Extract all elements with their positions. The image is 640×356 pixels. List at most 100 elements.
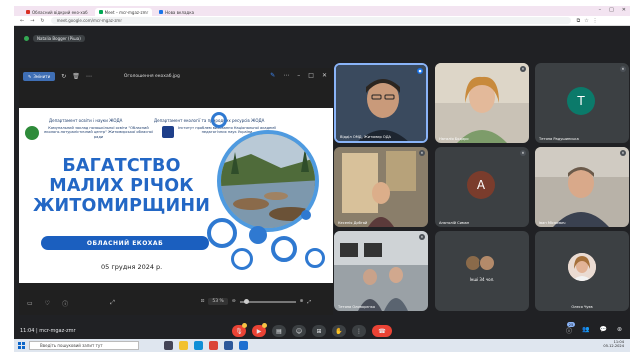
chat-icon[interactable]: 💬	[599, 326, 606, 335]
edit-button[interactable]: ✎ Змінити	[23, 71, 56, 81]
mic-icon: ✕	[520, 66, 526, 72]
mic-icon: ✕	[520, 150, 526, 156]
file-explorer-icon[interactable]	[179, 341, 188, 350]
maximize-icon[interactable]: □	[609, 7, 614, 13]
draw-icon[interactable]: ✎	[270, 72, 275, 79]
others-tile[interactable]: Інші 34 чол.	[435, 231, 529, 311]
call-controls: 🎙 ▶ ▤ ☺ ⊞ ✋ ⋮ ☎	[232, 323, 392, 337]
department-right: Департамент екології та природних ресурс…	[154, 118, 265, 123]
browser-tab-1[interactable]: Обласний відкрий еко-хаб	[22, 8, 92, 16]
captions-icon: ▤	[276, 327, 282, 335]
back-icon[interactable]: ←	[20, 18, 24, 24]
leave-call-button[interactable]: ☎	[372, 325, 392, 337]
edge-icon[interactable]	[194, 341, 203, 350]
participant-tile[interactable]: ✕ Наталія Бодаро	[435, 63, 529, 143]
emoji-icon: ☺	[295, 327, 303, 335]
filmstrip-icon[interactable]: ▭	[27, 300, 33, 307]
menu-icon[interactable]: ⋮	[593, 18, 598, 24]
activities-icon[interactable]: ⊛	[617, 326, 622, 335]
participant-tile[interactable]: Олеся Чуєв	[535, 231, 629, 311]
present-button[interactable]: ⊞	[312, 325, 326, 337]
participant-photo	[568, 253, 596, 281]
start-button[interactable]	[18, 342, 25, 349]
decor-ring	[271, 236, 297, 262]
reactions-button[interactable]: ☺	[292, 325, 306, 337]
info-icon[interactable]: ⓘ	[566, 326, 572, 335]
event-poster: Департамент освіти і науки ЖОДА Департам…	[19, 108, 333, 283]
participant-tile[interactable]: ✕ Тетяна Оливорєнко	[334, 231, 428, 311]
mail-icon[interactable]	[239, 341, 248, 350]
screen: Обласний відкрий еко-хаб Meet – mcr-mgaz…	[14, 6, 630, 352]
raise-hand-button[interactable]: ✋	[332, 325, 346, 337]
tab-label: Обласний відкрий еко-хаб	[32, 9, 88, 15]
meet-control-bar: 11:04 | mcr-mgaz-zmr 🎙 ▶ ▤ ☺ ⊞ ✋ ⋮ ☎ ⓘ 👥…	[14, 322, 630, 338]
more-options-button[interactable]: ⋮	[352, 325, 366, 337]
delete-icon[interactable]: 🗑	[72, 73, 80, 80]
zoom-level[interactable]: 53 %	[208, 298, 228, 305]
tab-label: Нова вкладка	[165, 9, 195, 15]
more-icon[interactable]: ⋯	[283, 72, 289, 79]
taskbar-search-input[interactable]: Введіть пошуковий запит тут	[29, 341, 139, 350]
hub-banner: ОБЛАСНИЙ ЕКОХАБ	[41, 236, 209, 250]
forward-icon[interactable]: →	[30, 18, 34, 24]
participant-name: Тетяна Оливорєнко	[338, 305, 376, 309]
minimize-icon[interactable]: –	[599, 7, 602, 13]
bookmark-icon[interactable]: ☆	[584, 18, 588, 24]
task-view-icon[interactable]	[164, 341, 173, 350]
mic-off-icon: 🎙	[235, 327, 243, 335]
browser-tab-bar: Обласний відкрий еко-хаб Meet – mcr-mgaz…	[14, 6, 630, 16]
system-tray: 11:04 05.12.2024	[603, 340, 624, 349]
participant-tile[interactable]: ✕ Кесенія Добгай	[334, 147, 428, 227]
extensions-icon[interactable]: ⧉	[577, 18, 581, 24]
close-icon[interactable]: ✕	[622, 7, 626, 13]
participant-tile[interactable]: T ✕ Тетяна Радушинська	[535, 63, 629, 143]
fit-icon[interactable]: ⊡	[201, 299, 205, 304]
minimize-icon[interactable]: –	[297, 72, 300, 79]
zoom-out-icon[interactable]: ⊖	[232, 299, 236, 304]
address-bar-icons: ⧉ ☆ ⋮	[577, 18, 598, 24]
rotate-icon[interactable]: ↻	[61, 73, 66, 80]
participant-name: Тетяна Радушинська	[539, 137, 579, 141]
present-icon: ⊞	[316, 327, 322, 335]
participant-video	[535, 147, 629, 227]
people-icon[interactable]: 👥 25	[566, 322, 589, 335]
url-input[interactable]: meet.google.com/mcr-mgaz-zmr	[50, 17, 571, 24]
word-icon[interactable]	[224, 341, 233, 350]
fullscreen-icon[interactable]: ⤢	[110, 299, 115, 307]
clock-date: 05.12.2024	[603, 344, 624, 349]
zoom-slider[interactable]	[239, 298, 296, 304]
camera-toggle-button[interactable]: ▶	[252, 323, 267, 337]
avatar-initial: A	[476, 178, 486, 192]
participant-tile[interactable]: A ✕ Анатолій Симан	[435, 147, 529, 227]
maximize-icon[interactable]: □	[308, 72, 314, 79]
participant-tile[interactable]: ✕ Іван Місюєвич	[535, 147, 629, 227]
search-placeholder: Введіть пошуковий запит тут	[40, 343, 103, 348]
presenter-label: Natalia Bogger (Ріша)	[33, 34, 85, 42]
edit-icon: ✎	[28, 73, 32, 79]
participant-tile[interactable]: ● Відділ ОМД, Житомир ОДА	[334, 63, 428, 143]
tab-label: Meet – mcr-mgaz-zmr	[104, 9, 149, 15]
avatar: A	[467, 171, 495, 199]
more-icon[interactable]: ⋯	[86, 73, 92, 80]
browser-tab-3[interactable]: Нова вкладка	[155, 8, 198, 16]
address-bar: ← → ↻ meet.google.com/mcr-mgaz-zmr ⧉ ☆ ⋮	[14, 16, 630, 26]
zoom-in-icon[interactable]: ⊕	[300, 299, 304, 304]
participant-name: Наталія Бодаро	[439, 137, 469, 141]
close-icon[interactable]: ✕	[322, 72, 327, 79]
decor-ring	[231, 248, 253, 270]
browser-tab-2[interactable]: Meet – mcr-mgaz-zmr	[94, 8, 153, 16]
favorite-icon[interactable]: ♡	[45, 300, 50, 307]
meet-favicon-icon	[98, 10, 103, 14]
chrome-icon[interactable]	[209, 341, 218, 350]
participant-photo-image	[568, 253, 596, 281]
meeting-time: 11:04	[20, 328, 35, 334]
mic-toggle-button[interactable]: 🎙	[232, 323, 247, 337]
info-icon[interactable]: ⓘ	[62, 299, 68, 308]
expand-icon[interactable]: ⤢	[307, 299, 311, 305]
participant-video	[435, 63, 529, 143]
poster-title: БАГАТСТВО МАЛИХ РІЧОК ЖИТОМИРЩИНИ	[29, 156, 214, 216]
captions-button[interactable]: ▤	[272, 325, 286, 337]
reload-icon[interactable]: ↻	[40, 18, 44, 24]
mic-icon: ✕	[620, 150, 626, 156]
warning-badge-icon	[262, 323, 267, 328]
